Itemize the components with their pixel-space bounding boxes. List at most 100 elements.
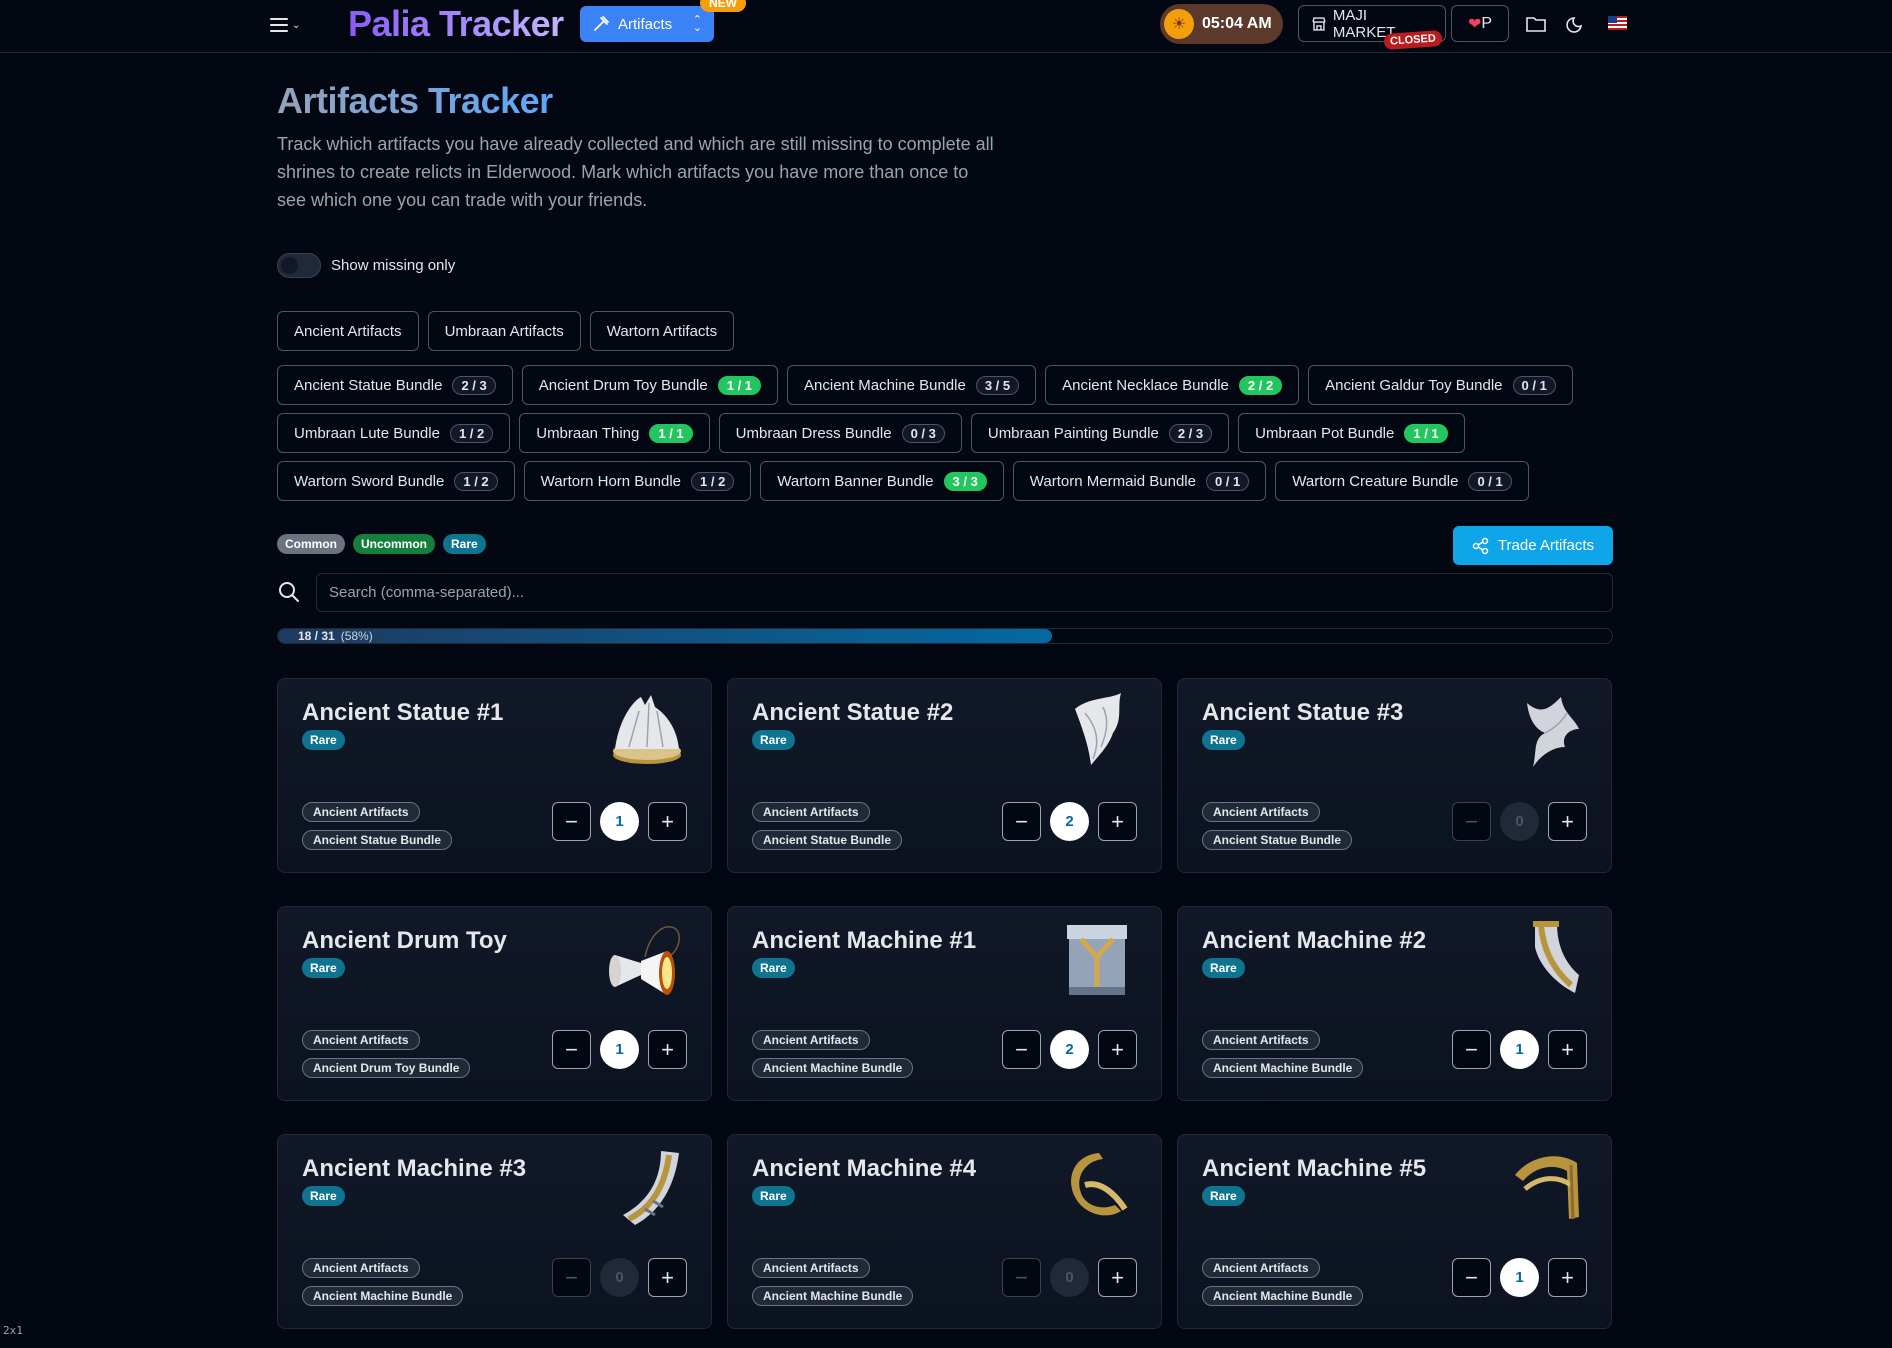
increment-button[interactable]: + <box>1098 802 1137 841</box>
bundle-filter-umbraan-pot-bundle[interactable]: Umbraan Pot Bundle 1 / 1 <box>1238 413 1465 453</box>
bundle-count-badge: 3 / 3 <box>943 471 987 491</box>
artifact-tags: Ancient Artifacts Ancient Machine Bundle <box>752 1030 914 1078</box>
machine-block-icon <box>1067 925 1127 995</box>
category-tag[interactable]: Ancient Artifacts <box>1202 1258 1320 1278</box>
quantity-value: 1 <box>1500 1030 1539 1069</box>
bundle-tag[interactable]: Ancient Machine Bundle <box>1202 1286 1364 1306</box>
artifact-card: Ancient Statue #1 Rare Ancient Artifacts An… <box>277 678 712 873</box>
decrement-button[interactable]: − <box>552 802 591 841</box>
quantity-stepper: −0 + <box>1452 802 1587 841</box>
bundle-filter-umbraan-thing[interactable]: Umbraan Thing 1 / 1 <box>519 413 710 453</box>
bundle-filter-ancient-galdur-toy-bundle[interactable]: Ancient Galdur Toy Bundle 0 / 1 <box>1308 365 1573 405</box>
category-filter-row: Ancient Artifacts Umbraan Artifacts Wart… <box>277 311 735 351</box>
bundle-tag[interactable]: Ancient Machine Bundle <box>1202 1058 1364 1078</box>
bundle-count-badge: 1 / 2 <box>691 471 735 491</box>
bundle-tag[interactable]: Ancient Machine Bundle <box>752 1058 914 1078</box>
bundle-count-badge: 1 / 1 <box>717 375 762 395</box>
trade-artifacts-button[interactable]: Trade Artifacts <box>1453 526 1613 565</box>
rarity-uncommon-chip[interactable]: Uncommon <box>353 534 435 554</box>
bundle-tag[interactable]: Ancient Drum Toy Bundle <box>302 1058 471 1078</box>
bundle-filter-wartorn-mermaid-bundle[interactable]: Wartorn Mermaid Bundle 0 / 1 <box>1012 461 1267 501</box>
increment-button[interactable]: + <box>1548 1030 1587 1069</box>
bundle-tag[interactable]: Ancient Machine Bundle <box>302 1286 464 1306</box>
decrement-button[interactable]: − <box>552 1258 591 1297</box>
category-umbraan-button[interactable]: Umbraan Artifacts <box>427 311 581 351</box>
increment-button[interactable]: + <box>648 1030 687 1069</box>
decrement-button[interactable]: − <box>1002 802 1041 841</box>
category-tag[interactable]: Ancient Artifacts <box>752 1258 870 1278</box>
bundle-filter-umbraan-lute-bundle[interactable]: Umbraan Lute Bundle 1 / 2 <box>277 413 511 453</box>
bundle-filter-wartorn-horn-bundle[interactable]: Wartorn Horn Bundle 1 / 2 <box>523 461 752 501</box>
artifact-tags: Ancient Artifacts Ancient Machine Bundle <box>302 1258 464 1306</box>
brand-logo[interactable]: Palia Tracker <box>348 2 564 46</box>
trade-artifacts-label: Trade Artifacts <box>1497 537 1595 554</box>
bundle-tag[interactable]: Ancient Statue Bundle <box>1202 830 1353 850</box>
category-tag[interactable]: Ancient Artifacts <box>752 1030 870 1050</box>
decrement-button[interactable]: − <box>1452 1030 1491 1069</box>
moon-icon[interactable] <box>1564 12 1588 36</box>
menu-button[interactable]: ⌄ <box>270 12 312 38</box>
increment-button[interactable]: + <box>1548 802 1587 841</box>
plus-icon: + <box>1111 808 1124 834</box>
zoom-indicator: 2x1 <box>3 1324 23 1337</box>
mug-icon: P <box>1481 14 1493 32</box>
section-switcher-button[interactable]: Artifacts ⌃ ⌄ <box>580 6 714 42</box>
category-tag[interactable]: Ancient Artifacts <box>302 802 420 822</box>
rarity-common-chip[interactable]: Common <box>277 534 345 554</box>
bundle-filter-umbraan-dress-bundle[interactable]: Umbraan Dress Bundle 0 / 3 <box>718 413 962 453</box>
plus-icon: + <box>1561 1036 1574 1062</box>
bundle-filter-ancient-machine-bundle[interactable]: Ancient Machine Bundle 3 / 5 <box>787 365 1037 405</box>
decrement-button[interactable]: − <box>1452 1258 1491 1297</box>
category-tag[interactable]: Ancient Artifacts <box>302 1258 420 1278</box>
bundle-tag[interactable]: Ancient Statue Bundle <box>752 830 903 850</box>
search-input[interactable] <box>316 573 1613 612</box>
increment-button[interactable]: + <box>1548 1258 1587 1297</box>
bundle-tag[interactable]: Ancient Statue Bundle <box>302 830 453 850</box>
bundle-filter-wartorn-sword-bundle[interactable]: Wartorn Sword Bundle 1 / 2 <box>277 461 515 501</box>
category-wartorn-button[interactable]: Wartorn Artifacts <box>589 311 735 351</box>
store-icon <box>1312 16 1326 31</box>
category-tag[interactable]: Ancient Artifacts <box>1202 1030 1320 1050</box>
bundle-filter-wartorn-banner-bundle[interactable]: Wartorn Banner Bundle 3 / 3 <box>760 461 1004 501</box>
show-missing-label: Show missing only <box>331 257 456 274</box>
bundle-tag[interactable]: Ancient Machine Bundle <box>752 1286 914 1306</box>
bundle-filter-ancient-drum-toy-bundle[interactable]: Ancient Drum Toy Bundle 1 / 1 <box>521 365 779 405</box>
quantity-stepper: −1 + <box>552 1030 687 1069</box>
decrement-button[interactable]: − <box>1452 802 1491 841</box>
quantity-value: 1 <box>1500 1258 1539 1297</box>
decrement-button[interactable]: − <box>1002 1030 1041 1069</box>
bundle-filter-umbraan-painting-bundle[interactable]: Umbraan Painting Bundle 2 / 3 <box>970 413 1230 453</box>
plus-icon: + <box>661 1264 674 1290</box>
page-title: Artifacts Tracker <box>277 80 553 121</box>
bundle-filter-ancient-necklace-bundle[interactable]: Ancient Necklace Bundle 2 / 2 <box>1045 365 1300 405</box>
game-time-pill[interactable]: ☀ 05:04 AM <box>1160 4 1283 44</box>
quantity-value: 1 <box>600 802 639 841</box>
increment-button[interactable]: + <box>648 802 687 841</box>
increment-button[interactable]: + <box>1098 1258 1137 1297</box>
increment-button[interactable]: + <box>648 1258 687 1297</box>
folder-icon[interactable] <box>1524 12 1548 36</box>
quantity-value: 0 <box>1050 1258 1089 1297</box>
category-tag[interactable]: Ancient Artifacts <box>752 802 870 822</box>
decrement-button[interactable]: − <box>552 1030 591 1069</box>
statue-cloth-icon <box>1075 693 1121 765</box>
artifact-card: Ancient Statue #2 Rare Ancient Artifacts An… <box>727 678 1162 873</box>
show-missing-toggle[interactable] <box>277 253 321 278</box>
category-tag[interactable]: Ancient Artifacts <box>302 1030 420 1050</box>
support-button[interactable]: ❤ P <box>1451 5 1509 42</box>
bundle-filter-label: Umbraan Dress Bundle <box>735 424 892 442</box>
bundle-filter-ancient-statue-bundle[interactable]: Ancient Statue Bundle 2 / 3 <box>277 365 513 405</box>
bundle-row-ancient: Ancient Statue Bundle 2 / 3 Ancient Drum T… <box>277 365 1573 405</box>
plus-icon: + <box>661 1036 674 1062</box>
bundle-count-badge: 1 / 1 <box>649 423 693 443</box>
bundle-count-badge: 0 / 3 <box>901 423 945 443</box>
bundle-filter-wartorn-creature-bundle[interactable]: Wartorn Creature Bundle 0 / 1 <box>1275 461 1529 501</box>
category-ancient-button[interactable]: Ancient Artifacts <box>277 311 419 351</box>
us-flag-icon[interactable] <box>1608 16 1627 30</box>
artifact-tags: Ancient Artifacts Ancient Statue Bundle <box>302 802 453 850</box>
decrement-button[interactable]: − <box>1002 1258 1041 1297</box>
category-tag[interactable]: Ancient Artifacts <box>1202 802 1320 822</box>
increment-button[interactable]: + <box>1098 1030 1137 1069</box>
rarity-rare-chip[interactable]: Rare <box>443 534 486 554</box>
bundle-filter-label: Umbraan Pot Bundle <box>1255 424 1395 442</box>
